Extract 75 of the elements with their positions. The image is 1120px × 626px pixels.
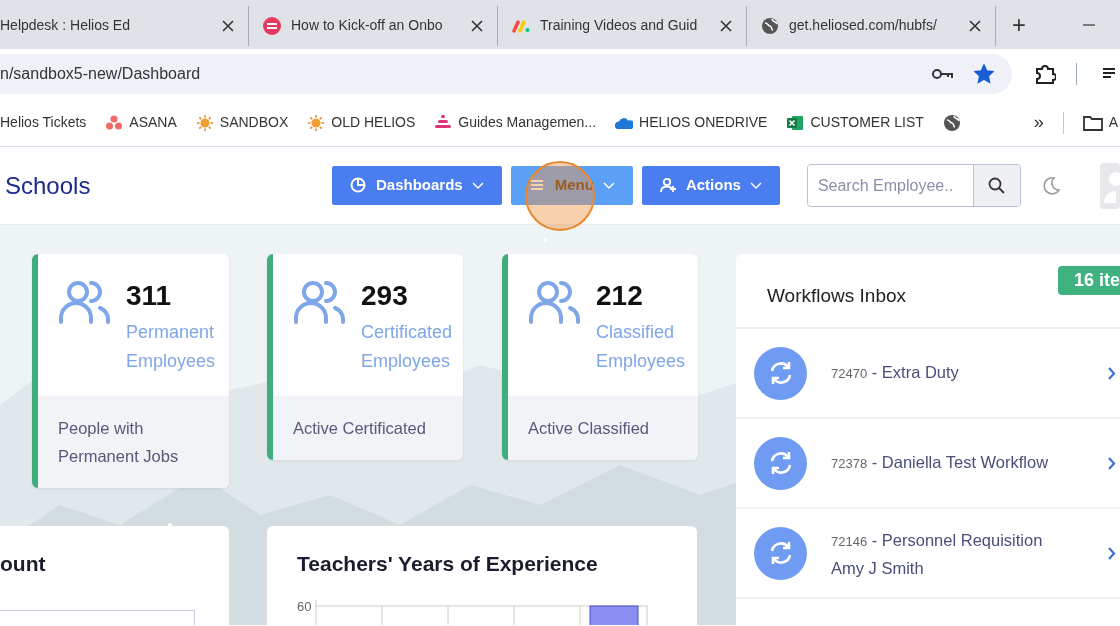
workflow-title: - Daniella Test Workflow bbox=[871, 453, 1049, 471]
nav-dropdown-button[interactable]: Actions bbox=[641, 166, 780, 205]
stat-caption: People with Permanent Jobs bbox=[38, 396, 229, 488]
star-icon[interactable] bbox=[974, 64, 994, 84]
workflow-item[interactable]: 72470 - Extra Duty bbox=[736, 329, 1120, 419]
close-icon[interactable] bbox=[471, 19, 483, 32]
search-icon bbox=[988, 177, 1006, 194]
search-button[interactable] bbox=[972, 165, 1020, 206]
caret-icon bbox=[471, 181, 484, 190]
logo-icon bbox=[263, 16, 281, 35]
key-icon[interactable] bbox=[932, 67, 954, 81]
sync-icon bbox=[754, 346, 807, 400]
workflow-title: - Extra Duty bbox=[871, 363, 959, 381]
stat-value: 212 bbox=[596, 282, 644, 310]
people-icon bbox=[293, 280, 347, 326]
caret-icon bbox=[602, 181, 615, 190]
people-icon bbox=[58, 280, 112, 326]
browser-tab[interactable]: Helpdesk : Helios Ed bbox=[0, 5, 249, 46]
workflow-item[interactable]: 72378 - Daniella Test Workflow bbox=[736, 419, 1120, 509]
chevron-icon bbox=[1108, 366, 1116, 380]
new-tab-button[interactable]: + bbox=[1012, 6, 1026, 43]
nav-dropdown-button[interactable]: Dashboards bbox=[332, 166, 502, 205]
bookmark[interactable]: SANDBOX bbox=[195, 112, 289, 133]
browser-tab[interactable]: How to Kick-off an Onbo bbox=[249, 5, 498, 46]
workflow-id: 72470 bbox=[831, 366, 868, 381]
chevron-icon bbox=[1108, 546, 1116, 560]
globe-icon[interactable] bbox=[942, 113, 961, 132]
bookmark[interactable]: HELIOS ONEDRIVE bbox=[615, 112, 768, 133]
stat-label: Certificated Employees bbox=[361, 321, 454, 373]
stat-value: 293 bbox=[361, 282, 409, 310]
stat-caption: Active Certificated bbox=[273, 396, 463, 460]
close-icon[interactable] bbox=[720, 19, 732, 32]
sync-icon bbox=[754, 436, 807, 490]
sun-icon bbox=[195, 113, 214, 132]
spreadsheet-icon bbox=[786, 113, 805, 132]
stat-label: Classified Employees bbox=[596, 321, 687, 373]
chevron-icon bbox=[1108, 456, 1116, 470]
bookmark[interactable]: OLD HELIOS bbox=[307, 112, 416, 133]
workflow-item[interactable]: 72146 - Personnel Requisition Amy J Smith bbox=[736, 509, 1120, 599]
bookmark[interactable]: Guides Managemen... bbox=[434, 112, 597, 133]
search-field[interactable]: Search Employee.. bbox=[806, 164, 1021, 207]
moon-icon[interactable] bbox=[1040, 175, 1061, 196]
count-badge: 16 ite bbox=[1057, 266, 1120, 295]
globe-icon bbox=[761, 16, 779, 35]
user-plus-icon bbox=[659, 177, 677, 194]
extension-icon[interactable] bbox=[1034, 63, 1056, 85]
card-title: Teachers' Years of Experience bbox=[297, 551, 599, 577]
sun-icon bbox=[307, 113, 326, 132]
card-title: ount bbox=[0, 551, 47, 577]
stat-value: 311 bbox=[126, 282, 173, 310]
bookmark[interactable]: ASANA bbox=[105, 112, 177, 133]
workflow-id: 72146 bbox=[831, 533, 868, 549]
bookmark[interactable]: CUSTOMER LIST bbox=[786, 112, 924, 133]
more-bookmarks-button[interactable]: » bbox=[1033, 109, 1044, 136]
sync-icon bbox=[754, 526, 807, 580]
stat-caption: Active Classified bbox=[508, 396, 698, 460]
panel-title: Workflows Inbox bbox=[767, 284, 907, 308]
bookmark[interactable]: Helios Tickets bbox=[0, 112, 87, 133]
pie-chart-icon bbox=[350, 177, 367, 194]
close-icon[interactable] bbox=[969, 19, 981, 32]
bookmark-folder[interactable]: A bbox=[1082, 112, 1118, 133]
stat-label: Permanent Employees bbox=[126, 321, 217, 373]
workflow-id: 72378 bbox=[831, 456, 868, 471]
caret-icon bbox=[749, 181, 762, 190]
browser-tab[interactable]: get.heliosed.com/hubfs/ bbox=[747, 5, 996, 46]
page-title: Schools bbox=[5, 170, 92, 201]
close-icon[interactable] bbox=[222, 19, 234, 32]
browser-tab[interactable]: Training Videos and Guid bbox=[498, 5, 747, 46]
axis-tick-label: 60 bbox=[297, 599, 312, 616]
folder-icon bbox=[1082, 114, 1103, 131]
people-icon bbox=[528, 280, 582, 326]
dots-icon bbox=[105, 113, 124, 132]
workflow-title: - Personnel Requisition bbox=[871, 530, 1043, 549]
address-bar[interactable]: n/sandbox5-new/Dashboard bbox=[0, 54, 1012, 94]
workflow-assignee: Amy J Smith bbox=[831, 557, 925, 579]
